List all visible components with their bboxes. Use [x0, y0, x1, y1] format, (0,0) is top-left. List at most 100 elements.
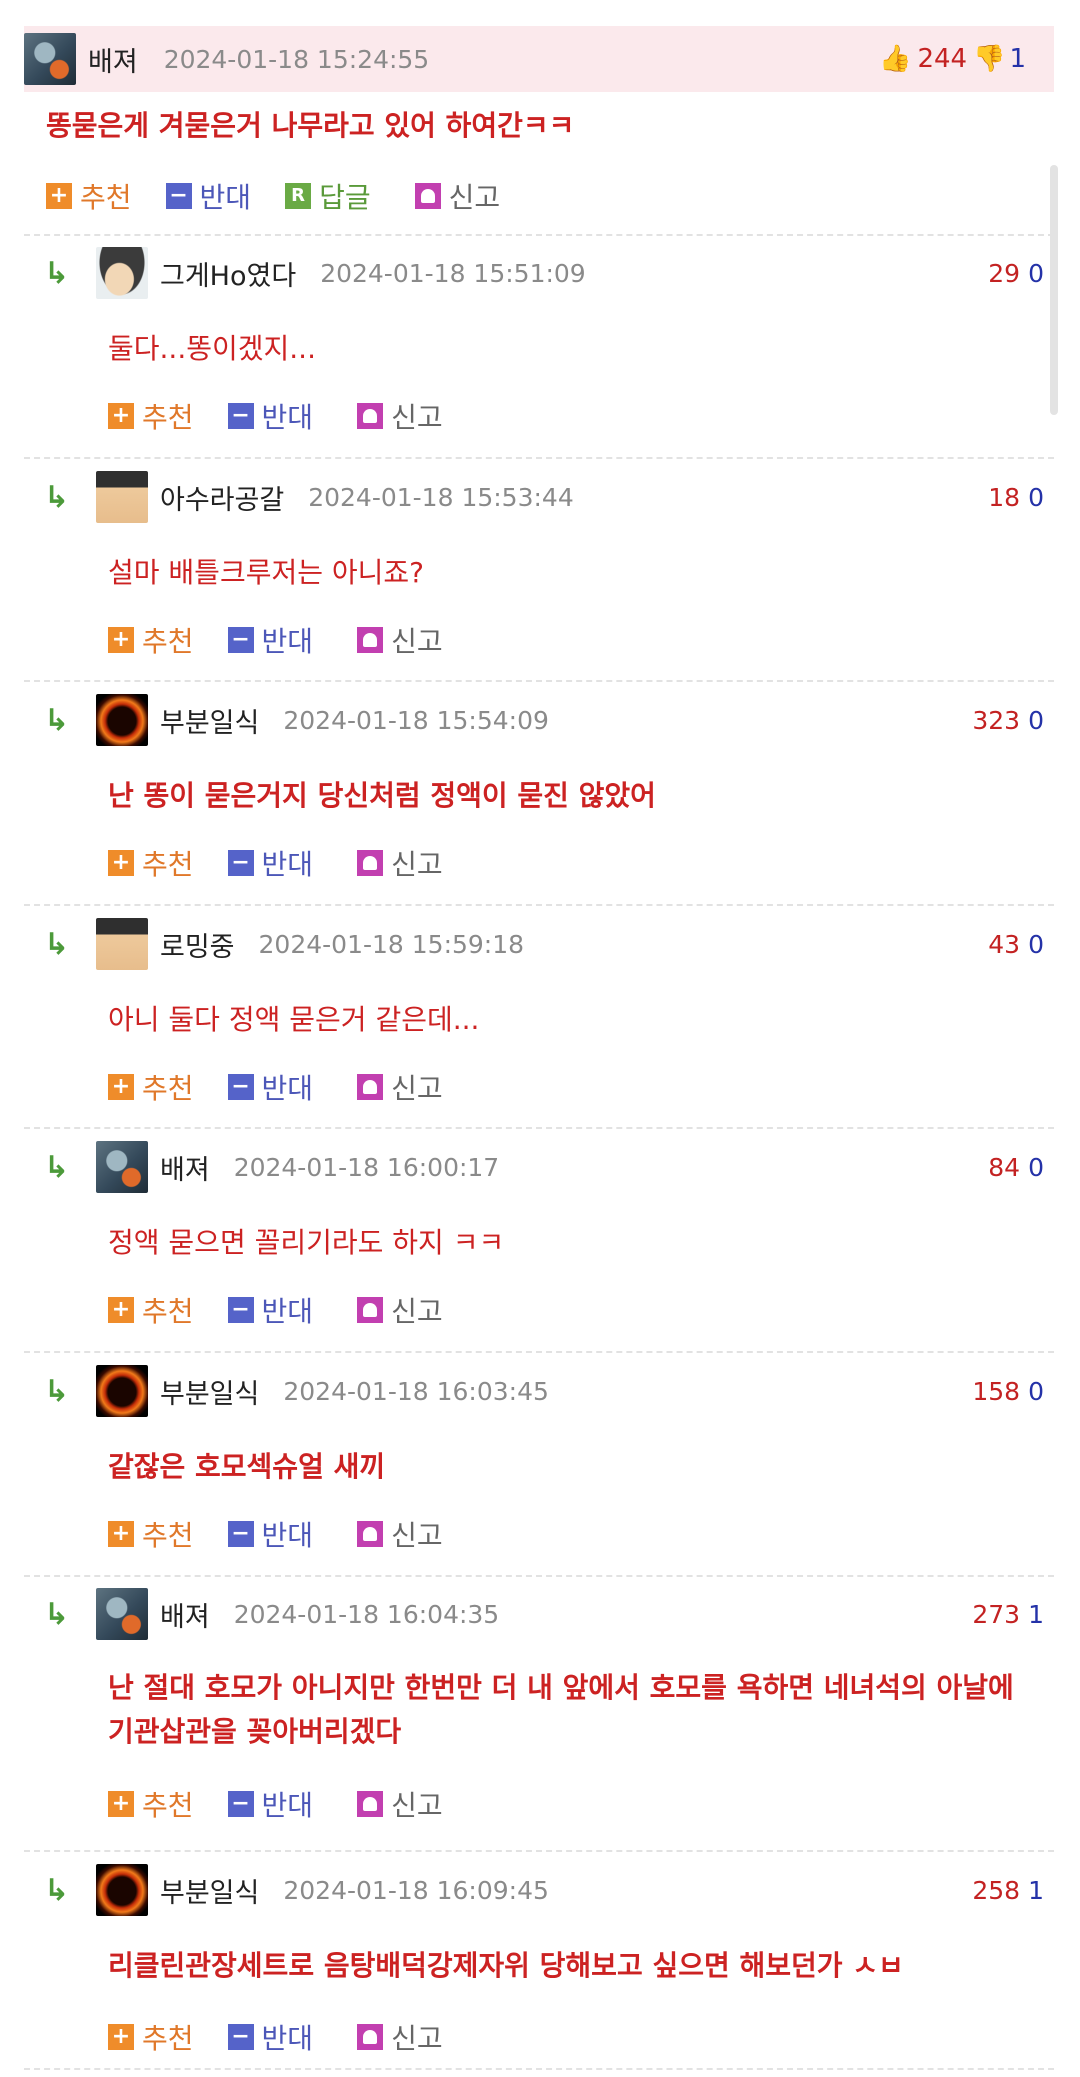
downvote-count: 0 [1028, 929, 1044, 959]
reply-text: 같잖은 호모섹슈얼 새끼 [108, 1450, 386, 1483]
plus-icon: + [108, 403, 134, 429]
author-name[interactable]: 그게Ho였다 [160, 254, 296, 293]
oppose-button[interactable]: − 반대 [227, 843, 313, 883]
author-name[interactable]: 로밍중 [160, 925, 235, 964]
scrollbar[interactable] [1050, 165, 1058, 415]
author-name[interactable]: 부분일식 [160, 1372, 259, 1411]
oppose-label: 반대 [199, 181, 252, 214]
author-name[interactable]: 배져 [160, 1148, 210, 1187]
vote-counts: 273 1 [972, 1600, 1044, 1629]
report-button[interactable]: 신고 [357, 2017, 443, 2057]
author-name[interactable]: 아수라공갈 [160, 478, 284, 517]
report-button[interactable]: 신고 [357, 1290, 443, 1330]
comment-date: 2024-01-18 16:09:45 [283, 1875, 549, 1905]
upvote-count: 273 [972, 1599, 1021, 1629]
recommend-button[interactable]: + 추천 [108, 1514, 194, 1554]
reply-text: 설마 배틀크루저는 아니죠? [108, 556, 425, 589]
divider [24, 1850, 1054, 1852]
avatar[interactable] [96, 247, 148, 299]
reply-button[interactable]: R 답글 [285, 176, 371, 216]
recommend-label: 추천 [142, 401, 194, 434]
report-button[interactable]: 신고 [357, 1784, 443, 1824]
avatar[interactable] [96, 694, 148, 746]
oppose-label: 반대 [261, 625, 314, 658]
oppose-button[interactable]: − 반대 [227, 396, 313, 436]
comment-date: 2024-01-18 16:03:45 [283, 1376, 549, 1406]
author-name[interactable]: 부분일식 [160, 1871, 259, 1910]
recommend-button[interactable]: + 추천 [108, 2017, 194, 2057]
minus-icon: − [227, 2024, 254, 2050]
author-name[interactable]: 배져 [160, 1595, 210, 1634]
comment-date: 2024-01-18 15:54:09 [283, 705, 549, 735]
recommend-button[interactable]: + 추천 [108, 843, 194, 883]
report-label: 신고 [391, 2022, 443, 2055]
oppose-button[interactable]: − 반대 [227, 620, 314, 660]
avatar[interactable] [24, 33, 76, 85]
plus-icon: + [108, 1297, 134, 1323]
avatar[interactable] [96, 1588, 148, 1640]
author-name[interactable]: 부분일식 [160, 701, 259, 740]
reply-arrow-icon: ↳ [44, 479, 70, 515]
reply-arrow-icon: ↳ [44, 926, 70, 962]
avatar[interactable] [96, 471, 148, 523]
report-button[interactable]: 신고 [357, 843, 443, 883]
upvote-count: 43 [988, 929, 1021, 959]
oppose-button[interactable]: − 반대 [227, 1514, 313, 1554]
author-name[interactable]: 배져 [88, 40, 138, 79]
avatar[interactable] [96, 1141, 148, 1193]
avatar[interactable] [96, 1864, 148, 1916]
recommend-button[interactable]: + 추천 [108, 396, 194, 436]
reply-text: 아니 둘다 정액 묻은거 같은데... [108, 1003, 480, 1036]
recommend-button[interactable]: + 추천 [108, 620, 194, 660]
report-label: 신고 [391, 625, 443, 658]
upvote-count: 244 [917, 44, 968, 74]
siren-icon [357, 850, 384, 876]
downvote-count: 0 [1028, 705, 1044, 735]
reply-action-bar: + 추천 − 반대 신고 [108, 1290, 477, 1330]
recommend-label: 추천 [142, 1519, 194, 1552]
divider [24, 680, 1054, 682]
oppose-button[interactable]: − 반대 [165, 176, 252, 216]
siren-icon [357, 403, 384, 429]
recommend-button[interactable]: + 추천 [108, 1784, 194, 1824]
vote-counts: 29 0 [988, 259, 1044, 288]
oppose-button[interactable]: − 반대 [227, 2017, 313, 2057]
reply-arrow-icon: ↳ [44, 255, 70, 291]
vote-counts: 84 0 [988, 1153, 1044, 1182]
upvote-count: 18 [988, 482, 1021, 512]
report-button[interactable]: 신고 [357, 396, 443, 436]
oppose-button[interactable]: − 반대 [227, 1290, 313, 1330]
siren-icon [357, 1074, 384, 1100]
recommend-button[interactable]: + 추천 [108, 1290, 194, 1330]
report-label: 신고 [391, 401, 443, 434]
oppose-button[interactable]: − 반대 [227, 1067, 313, 1107]
plus-icon: + [108, 1074, 134, 1100]
report-button[interactable]: 신고 [414, 176, 500, 216]
minus-icon: − [227, 1521, 254, 1547]
report-label: 신고 [391, 1072, 443, 1105]
op-comment-header: 배져 2024-01-18 15:24:55 👍 244 👎 1 [24, 26, 1054, 92]
reply-label: 답글 [319, 181, 371, 214]
siren-icon [414, 183, 441, 209]
avatar[interactable] [96, 1365, 148, 1417]
recommend-button[interactable]: + 추천 [108, 1067, 194, 1107]
op-action-bar: + 추천 − 반대 R 답글 신고 [46, 176, 534, 216]
recommend-button[interactable]: + 추천 [46, 176, 132, 216]
upvote-count: 84 [988, 1152, 1021, 1182]
minus-icon: − [165, 183, 192, 209]
reply-action-bar: + 추천 − 반대 신고 [108, 1514, 477, 1554]
report-button[interactable]: 신고 [357, 1514, 443, 1554]
minus-icon: − [227, 1791, 254, 1817]
siren-icon [357, 2024, 384, 2050]
recommend-label: 추천 [142, 625, 194, 658]
oppose-button[interactable]: − 반대 [227, 1784, 313, 1824]
divider [24, 1127, 1054, 1129]
report-button[interactable]: 신고 [357, 1067, 443, 1107]
report-button[interactable]: 신고 [357, 620, 443, 660]
avatar[interactable] [96, 918, 148, 970]
recommend-label: 추천 [142, 1295, 194, 1328]
reply-header: ↳ 배져 2024-01-18 16:04:35 273 1 [44, 1588, 1044, 1640]
comment-date: 2024-01-18 15:51:09 [320, 258, 586, 288]
minus-icon: − [227, 627, 254, 653]
reply-r-icon: R [285, 183, 312, 209]
